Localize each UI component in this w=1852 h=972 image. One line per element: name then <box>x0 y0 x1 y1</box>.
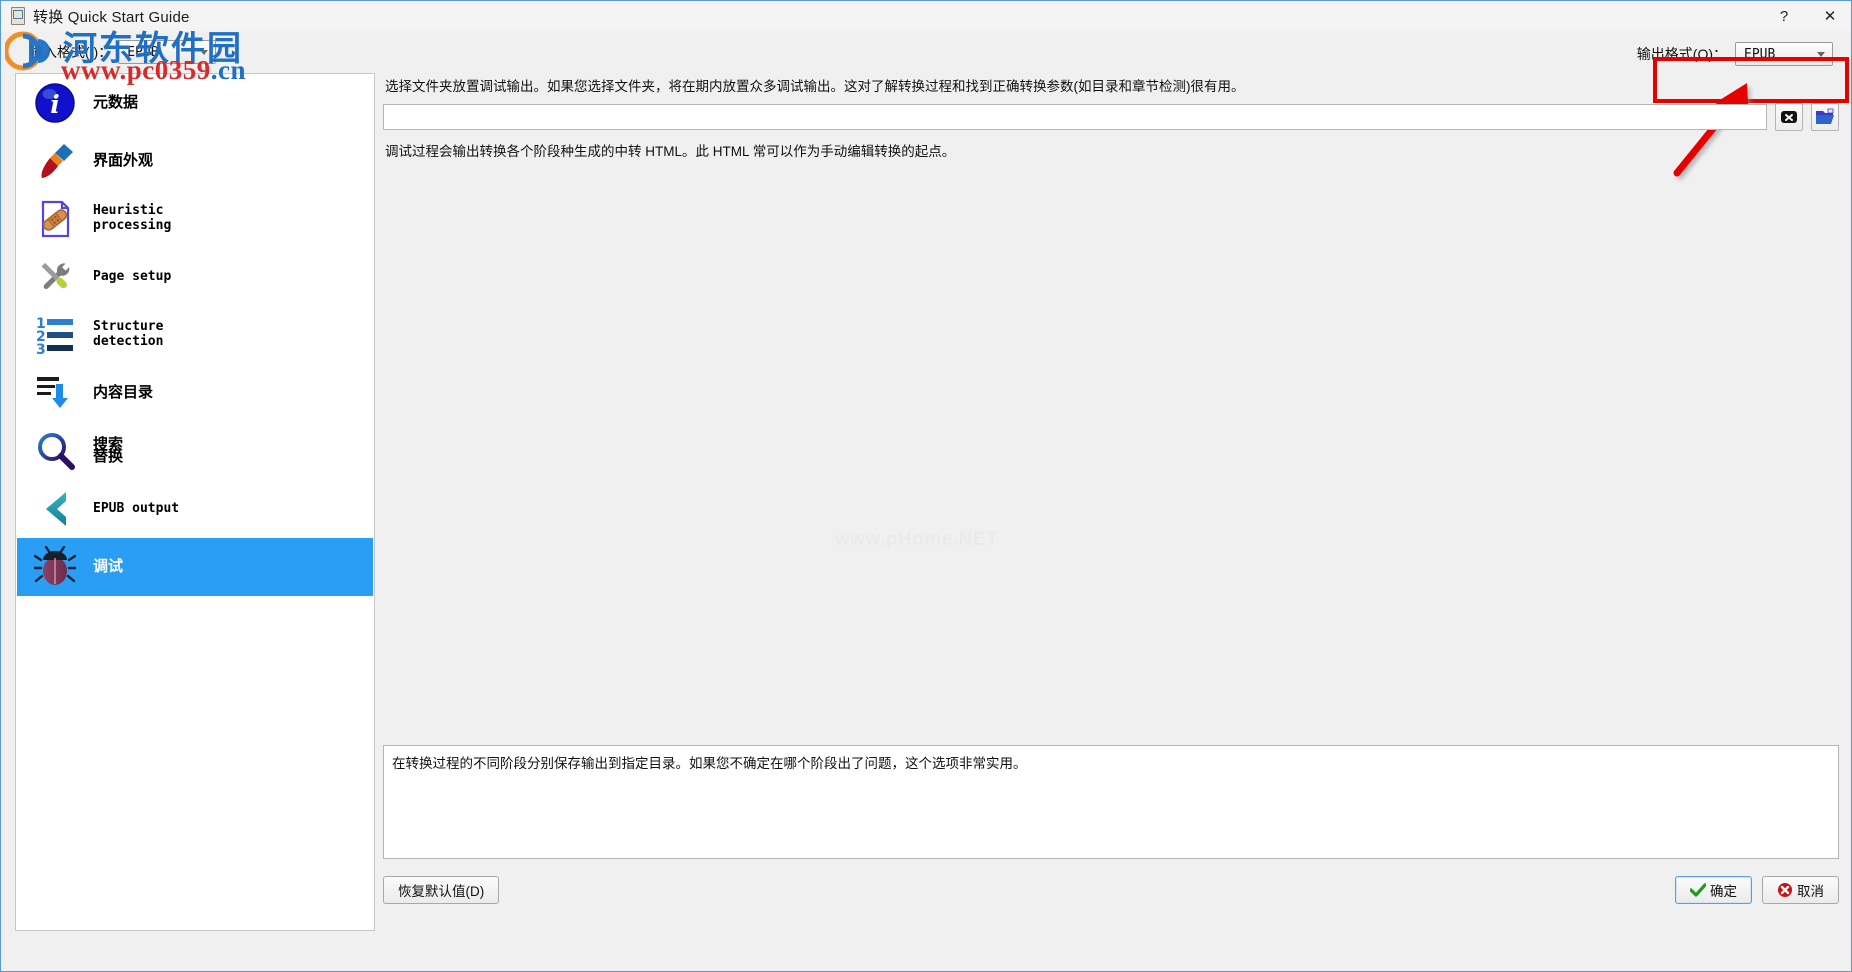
output-format-label: 输出格式(O)： <box>1636 46 1727 62</box>
clear-path-button[interactable] <box>1775 103 1803 132</box>
bug-icon <box>33 545 77 589</box>
sidebar-item-label: EPUB output <box>93 500 180 516</box>
magnifier-icon <box>33 429 77 473</box>
sidebar-item-label: Heuristic processing <box>93 203 172 233</box>
conversion-dialog: 转换 Quick Start Guide ? ✕ 输入格式(I)： EPUB 输… <box>0 0 1852 972</box>
svg-text:i: i <box>50 90 60 119</box>
sidebar-item-debug[interactable]: 调试 <box>17 538 373 596</box>
sidebar-item-label: 调试 <box>93 557 124 575</box>
clear-x-icon <box>1781 111 1797 124</box>
chevron-down-icon <box>200 50 209 55</box>
settings-nav-sidebar[interactable]: i 元数据 界面外观 Heuristic processing Page set… <box>15 73 375 931</box>
sidebar-item-search-and-replace[interactable]: 搜索 替换 <box>17 422 373 480</box>
restore-defaults-button[interactable]: 恢复默认值(D) <box>383 876 500 904</box>
ok-button[interactable]: 确定 <box>1675 876 1752 904</box>
debug-html-description: 调试过程会输出转换各个阶段种生成的中转 HTML。此 HTML 常可以作为手动编… <box>385 144 956 160</box>
chevron-down-icon <box>1817 52 1825 57</box>
svg-text:3: 3 <box>36 342 46 356</box>
ok-button-label: 确定 <box>1710 884 1737 899</box>
sidebar-item-label: 内容目录 <box>93 383 154 401</box>
help-button[interactable]: ? <box>1761 1 1807 31</box>
dialog-buttons: 恢复默认值(D) 确定 取消 <box>383 873 1839 907</box>
sidebar-item-look-and-feel[interactable]: 界面外观 <box>17 132 373 190</box>
confirm-buttons: 确定 取消 <box>1675 876 1839 904</box>
sidebar-item-label: 搜索 替换 <box>93 436 124 465</box>
document-bandaid-icon <box>33 197 77 241</box>
option-help-text: 在转换过程的不同阶段分别保存输出到指定目录。如果您不确定在哪个阶段出了问题，这个… <box>392 756 1027 771</box>
cancel-button-label: 取消 <box>1797 884 1824 899</box>
sidebar-item-structure-detection[interactable]: 1 2 3 Structure detection <box>17 306 373 364</box>
sidebar-item-label: Page setup <box>93 268 172 284</box>
format-bar: 输入格式(I)： EPUB 输出格式(O)： EPUB <box>1 31 1851 103</box>
table-of-contents-icon <box>33 371 77 415</box>
browse-folder-button[interactable] <box>1811 103 1839 132</box>
cancel-button[interactable]: 取消 <box>1762 876 1839 904</box>
numbered-list-icon: 1 2 3 <box>33 313 77 357</box>
book-icon <box>9 7 27 25</box>
input-format-group: 输入格式(I)： EPUB <box>29 40 217 64</box>
sidebar-item-label: 界面外观 <box>93 151 154 169</box>
title-bar: 转换 Quick Start Guide ? ✕ <box>1 1 1851 31</box>
paintbrush-icon <box>33 139 77 183</box>
debug-output-description: 选择文件夹放置调试输出。如果您选择文件夹，将在期内放置众多调试输出。这对了解转换… <box>385 79 1245 94</box>
sidebar-item-epub-output[interactable]: EPUB output <box>17 480 373 538</box>
output-format-combo[interactable]: EPUB <box>1735 42 1833 66</box>
window-title: 转换 Quick Start Guide <box>33 8 190 26</box>
main-content: 选择文件夹放置调试输出。如果您选择文件夹，将在期内放置众多调试输出。这对了解转换… <box>383 73 1839 931</box>
input-format-value: EPUB <box>127 44 159 60</box>
sidebar-item-label: Structure detection <box>93 319 164 349</box>
center-watermark: www.pHome.NET <box>835 529 999 550</box>
info-icon: i <box>33 81 77 125</box>
sidebar-item-metadata[interactable]: i 元数据 <box>17 74 373 132</box>
sidebar-item-label: 元数据 <box>93 93 139 111</box>
debug-output-path-input[interactable] <box>383 104 1767 131</box>
input-format-combo[interactable]: EPUB <box>118 40 217 64</box>
option-help-box: 在转换过程的不同阶段分别保存输出到指定目录。如果您不确定在哪个阶段出了问题，这个… <box>383 745 1839 859</box>
red-x-icon <box>1778 883 1792 897</box>
sidebar-item-table-of-contents[interactable]: 内容目录 <box>17 364 373 422</box>
sidebar-item-page-setup[interactable]: Page setup <box>17 248 373 306</box>
sidebar-item-heuristic-processing[interactable]: Heuristic processing <box>17 190 373 248</box>
output-format-value: EPUB <box>1744 46 1776 62</box>
green-check-icon <box>1690 883 1706 897</box>
output-format-group: 输出格式(O)： EPUB <box>1631 38 1839 70</box>
input-format-label: 输入格式(I)： <box>29 44 113 60</box>
open-folder-icon <box>1816 108 1834 125</box>
debug-path-row <box>383 103 1839 132</box>
close-button[interactable]: ✕ <box>1807 1 1851 31</box>
empty-options-region: www.pHome.NET <box>383 211 1839 739</box>
chevron-left-icon <box>33 487 77 531</box>
window-controls: ? ✕ <box>1761 1 1851 31</box>
wrench-screwdriver-icon <box>33 255 77 299</box>
